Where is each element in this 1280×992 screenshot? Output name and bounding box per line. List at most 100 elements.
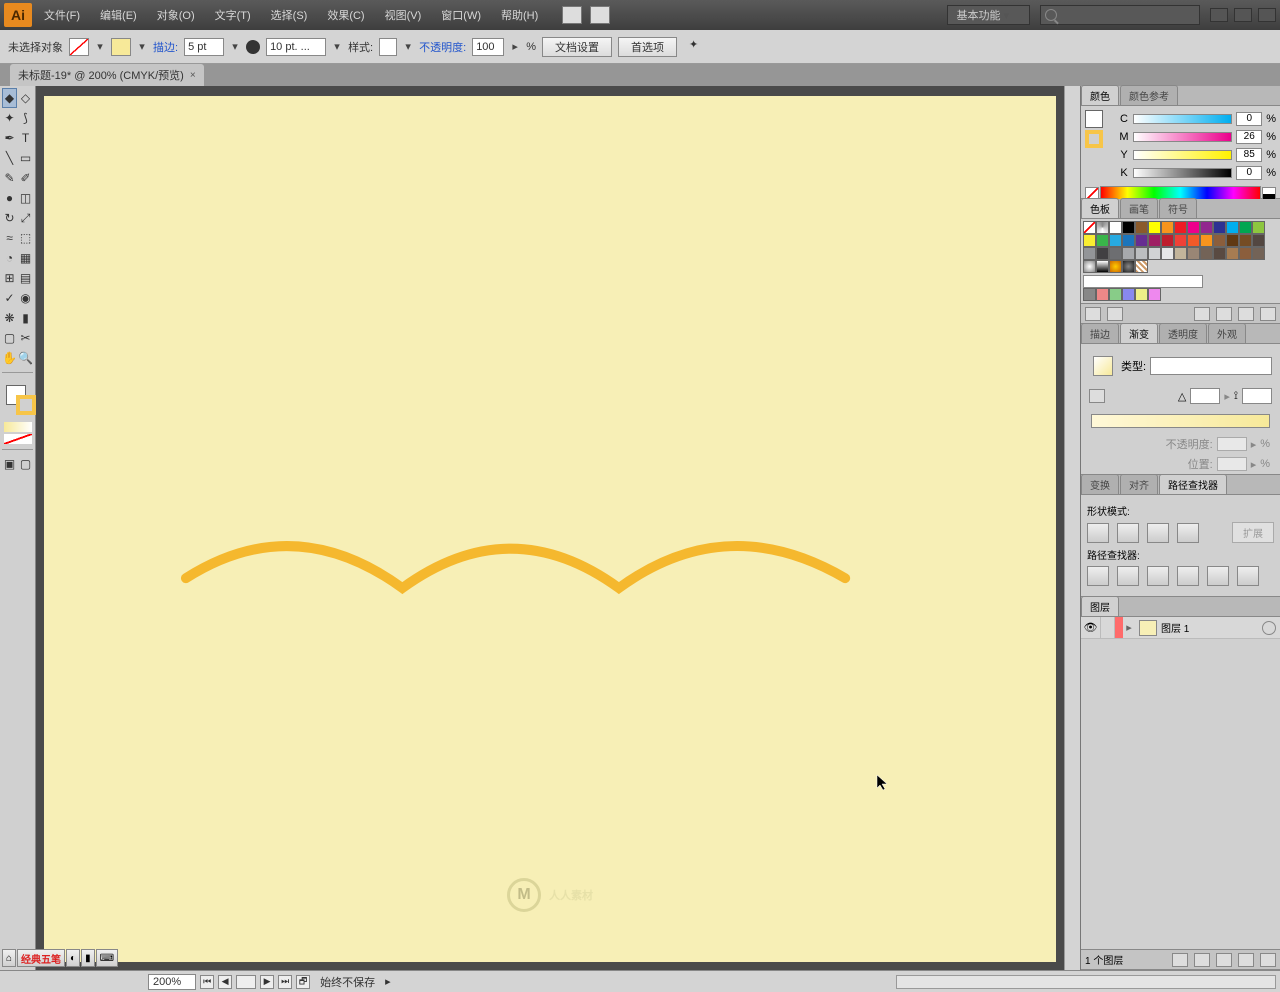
new-color-group-icon[interactable] xyxy=(1216,307,1232,321)
color-fill-swatch[interactable] xyxy=(1085,110,1103,128)
delete-layer-icon[interactable] xyxy=(1260,953,1276,967)
shape-builder-tool[interactable]: ◔ xyxy=(2,248,17,268)
color-mode-toggle[interactable] xyxy=(4,422,32,432)
layer-expand-icon[interactable]: ▸ xyxy=(1123,621,1135,634)
minus-front-button[interactable] xyxy=(1117,523,1139,543)
document-tab[interactable]: 未标题-19* @ 200% (CMYK/预览) × xyxy=(10,64,204,86)
tab-stroke[interactable]: 描边 xyxy=(1081,323,1119,343)
menu-select[interactable]: 选择(S) xyxy=(263,5,316,25)
minimize-button[interactable] xyxy=(1210,8,1228,22)
tab-symbols[interactable]: 符号 xyxy=(1159,198,1197,218)
menu-view[interactable]: 视图(V) xyxy=(377,5,430,25)
tab-transform[interactable]: 变换 xyxy=(1081,474,1119,494)
tab-brushes[interactable]: 画笔 xyxy=(1120,198,1158,218)
eyedropper-tool[interactable]: ✓ xyxy=(2,288,17,308)
intersect-button[interactable] xyxy=(1147,523,1169,543)
zoom-selector[interactable]: 200% xyxy=(148,974,196,990)
rectangle-tool[interactable]: ▭ xyxy=(18,148,33,168)
menu-object[interactable]: 对象(O) xyxy=(149,5,203,25)
gradient-type-select[interactable] xyxy=(1150,357,1272,375)
line-tool[interactable]: ╲ xyxy=(2,148,17,168)
black-value-input[interactable]: 0 xyxy=(1236,166,1262,180)
outline-button[interactable] xyxy=(1207,566,1229,586)
stroke-swatch[interactable] xyxy=(111,38,131,56)
document-tab-close[interactable]: × xyxy=(190,70,196,81)
swatch-library-icon[interactable] xyxy=(1085,307,1101,321)
width-tool[interactable]: ≈ xyxy=(2,228,17,248)
black-slider[interactable] xyxy=(1133,168,1232,178)
swatch-grid[interactable] xyxy=(1083,221,1278,234)
lasso-tool[interactable]: ⟆ xyxy=(18,108,33,128)
artboard-nav-input[interactable] xyxy=(236,975,256,989)
slice-tool[interactable]: ✂ xyxy=(18,328,33,348)
locate-layer-icon[interactable] xyxy=(1172,953,1188,967)
tab-pathfinder[interactable]: 路径查找器 xyxy=(1159,474,1227,494)
opacity-input[interactable]: 100 xyxy=(472,38,504,56)
artboard[interactable]: M 人人素材 xyxy=(44,96,1056,962)
magenta-value-input[interactable]: 26 xyxy=(1236,130,1262,144)
swatch-menu-icon[interactable] xyxy=(1107,307,1123,321)
menu-effect[interactable]: 效果(C) xyxy=(319,5,372,25)
column-graph-tool[interactable]: ▮ xyxy=(18,308,33,328)
mesh-tool[interactable]: ⊞ xyxy=(2,268,17,288)
stroke-weight-input[interactable]: 5 pt xyxy=(184,38,224,56)
color-stroke-swatch[interactable] xyxy=(1085,130,1103,148)
fill-stroke-indicator[interactable] xyxy=(2,381,33,417)
cyan-value-input[interactable]: 0 xyxy=(1236,112,1262,126)
new-swatch-icon[interactable] xyxy=(1238,307,1254,321)
workspace-selector[interactable]: 基本功能 xyxy=(947,5,1030,25)
fill-dropdown[interactable]: ▾ xyxy=(95,40,105,53)
stroke-indicator[interactable] xyxy=(16,395,36,415)
delete-swatch-icon[interactable] xyxy=(1260,307,1276,321)
blend-tool[interactable]: ◉ xyxy=(18,288,33,308)
gradient-tool[interactable]: ▤ xyxy=(18,268,33,288)
next-artboard-button[interactable]: ▶ xyxy=(260,975,274,989)
menu-type[interactable]: 文字(T) xyxy=(207,5,259,25)
no-fill-toggle[interactable] xyxy=(4,434,32,444)
status-chevron-icon[interactable]: ▸ xyxy=(385,975,391,988)
divide-button[interactable] xyxy=(1087,566,1109,586)
cyan-slider[interactable] xyxy=(1133,114,1232,124)
make-clipping-mask-icon[interactable] xyxy=(1194,953,1210,967)
opacity-label[interactable]: 不透明度: xyxy=(419,39,466,55)
gradient-ramp[interactable] xyxy=(1091,414,1270,428)
direct-selection-tool[interactable]: ◇ xyxy=(18,88,33,108)
menu-file[interactable]: 文件(F) xyxy=(36,5,88,25)
selection-tool[interactable]: ◆ xyxy=(2,88,17,108)
brush-selector[interactable]: 10 pt. ... xyxy=(266,38,326,56)
unite-button[interactable] xyxy=(1087,523,1109,543)
style-dropdown[interactable]: ▾ xyxy=(403,40,413,53)
menu-window[interactable]: 窗口(W) xyxy=(433,5,489,25)
paintbrush-tool[interactable]: ✎ xyxy=(2,168,17,188)
tab-gradient[interactable]: 渐变 xyxy=(1120,323,1158,343)
stroke-dropdown[interactable]: ▾ xyxy=(137,40,147,53)
tab-appearance[interactable]: 外观 xyxy=(1208,323,1246,343)
tab-color[interactable]: 颜色 xyxy=(1081,85,1119,105)
layer-target-icon[interactable] xyxy=(1262,621,1276,635)
free-transform-tool[interactable]: ⬚ xyxy=(18,228,33,248)
pen-tool[interactable]: ✒ xyxy=(2,128,17,148)
scale-tool[interactable]: ⤢ xyxy=(18,208,33,228)
tab-transparency[interactable]: 透明度 xyxy=(1159,323,1207,343)
brush-dropdown[interactable]: ▾ xyxy=(332,40,342,53)
layer-lock-toggle[interactable] xyxy=(1101,617,1115,638)
artboard-popup-button[interactable]: 🗗 xyxy=(296,975,310,989)
tab-swatches[interactable]: 色板 xyxy=(1081,198,1119,218)
arrange-icon[interactable] xyxy=(590,6,610,24)
magic-wand-tool[interactable]: ✦ xyxy=(2,108,17,128)
fill-swatch[interactable] xyxy=(69,38,89,56)
bridge-icon[interactable] xyxy=(562,6,582,24)
gradient-preview-swatch[interactable] xyxy=(1093,356,1113,376)
close-button[interactable] xyxy=(1258,8,1276,22)
stroke-label[interactable]: 描边: xyxy=(153,39,178,55)
exclude-button[interactable] xyxy=(1177,523,1199,543)
last-artboard-button[interactable]: ⏭ xyxy=(278,975,292,989)
menu-edit[interactable]: 编辑(E) xyxy=(92,5,145,25)
angle-input[interactable] xyxy=(1190,388,1220,404)
tab-layers[interactable]: 图层 xyxy=(1081,596,1119,616)
artboard-tool[interactable]: ▢ xyxy=(2,328,17,348)
search-input[interactable] xyxy=(1040,5,1200,25)
type-tool[interactable]: T xyxy=(18,128,33,148)
ime-mode-3[interactable]: ⌨ xyxy=(96,949,118,967)
rotate-tool[interactable]: ↻ xyxy=(2,208,17,228)
